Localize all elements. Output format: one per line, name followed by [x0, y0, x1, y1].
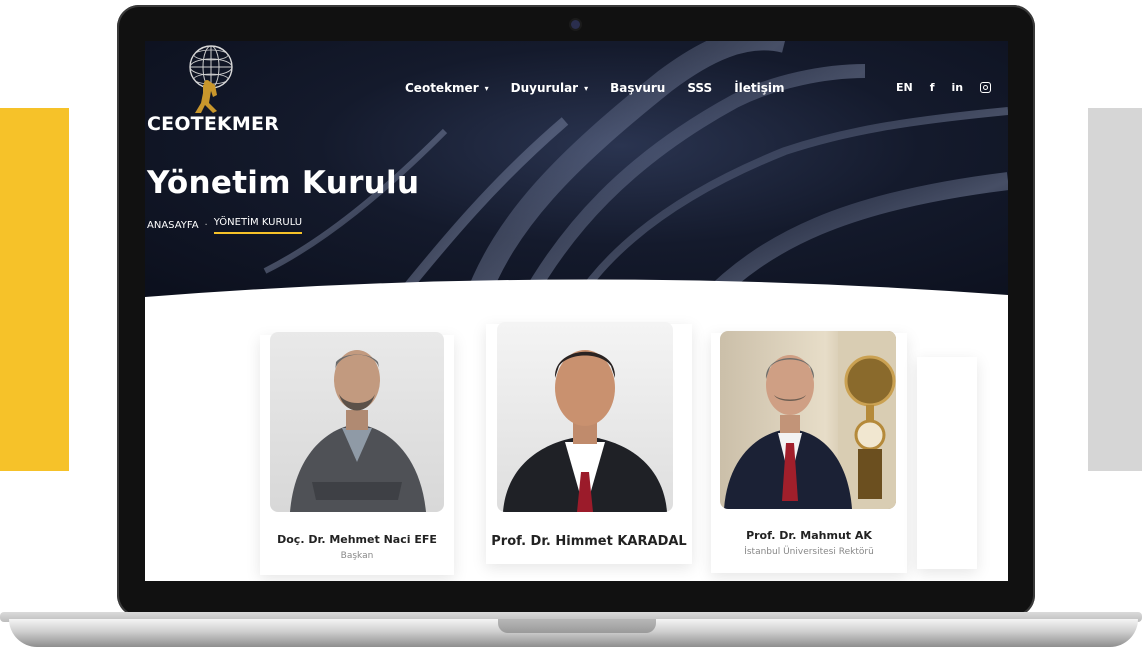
facebook-icon[interactable]: f	[930, 81, 935, 94]
decorative-gray-block	[1088, 108, 1142, 471]
nav-item-label: Başvuru	[610, 81, 666, 95]
hero-banner: CEOTEKMER Ceotekmer ▾ Duyurular ▾ Başvur…	[145, 41, 1008, 303]
member-photo	[720, 331, 896, 509]
hero-curve-divider	[145, 279, 1008, 311]
member-name: Doç. Dr. Mehmet Naci EFE	[277, 533, 437, 546]
decorative-yellow-block	[0, 108, 69, 471]
brand-name[interactable]: CEOTEKMER	[147, 113, 279, 135]
nav-item-label: İletişim	[734, 81, 785, 95]
member-name: Prof. Dr. Himmet KARADAL	[491, 534, 687, 549]
member-photo	[270, 332, 444, 512]
member-photo	[497, 322, 673, 512]
nav-item-basvuru[interactable]: Başvuru	[610, 81, 665, 95]
breadcrumb-home[interactable]: ANASAYFA	[147, 220, 199, 231]
member-role: İstanbul Üniversitesi Rektörü	[744, 547, 874, 557]
nav-item-label: SSS	[687, 81, 713, 95]
breadcrumb-current: YÖNETİM KURULU	[213, 217, 303, 234]
linkedin-icon[interactable]: in	[952, 81, 964, 94]
utility-nav: EN f in	[896, 81, 992, 94]
page-title: Yönetim Kurulu	[147, 165, 420, 201]
breadcrumb: ANASAYFA · YÖNETİM KURULU	[147, 217, 303, 234]
main-nav: Ceotekmer ▾ Duyurular ▾ Başvuru SSS İlet…	[405, 81, 807, 95]
laptop-notch	[498, 619, 656, 633]
member-card[interactable]: Prof. Dr. Mahmut AK İstanbul Üniversites…	[711, 331, 907, 573]
member-card-partial[interactable]	[917, 357, 977, 569]
member-card[interactable]: Doç. Dr. Mehmet Naci EFE Başkan	[260, 332, 454, 575]
nav-item-label: Ceotekmer	[405, 81, 479, 95]
member-role: Başkan	[340, 551, 374, 561]
chevron-down-icon: ▾	[484, 83, 489, 93]
member-name: Prof. Dr. Mahmut AK	[746, 529, 872, 542]
member-card[interactable]: Prof. Dr. Himmet KARADAL	[486, 322, 692, 564]
website-screen: CEOTEKMER Ceotekmer ▾ Duyurular ▾ Başvur…	[145, 41, 1008, 581]
chevron-down-icon: ▾	[584, 83, 589, 93]
nav-item-ceotekmer[interactable]: Ceotekmer ▾	[405, 81, 489, 95]
nav-item-label: Duyurular	[510, 81, 579, 95]
nav-item-iletisim[interactable]: İletişim	[734, 81, 784, 95]
instagram-icon[interactable]	[980, 82, 992, 93]
webcam	[571, 20, 580, 29]
nav-item-duyurular[interactable]: Duyurular ▾	[511, 81, 588, 95]
breadcrumb-separator: ·	[204, 220, 208, 231]
nav-item-sss[interactable]: SSS	[687, 81, 712, 95]
language-switch[interactable]: EN	[896, 81, 913, 94]
